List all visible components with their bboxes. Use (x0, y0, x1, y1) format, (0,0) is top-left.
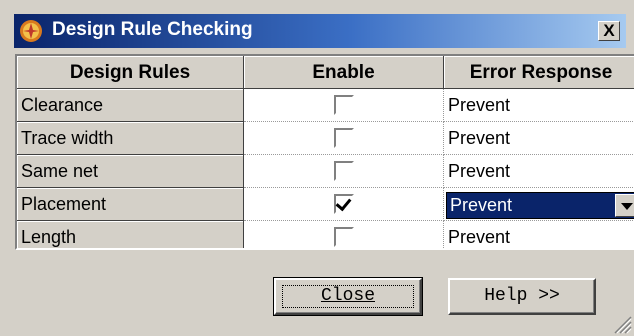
header-error-response: Error Response (444, 56, 634, 89)
help-button-label: Help >> (484, 286, 560, 306)
dropdown-value: Prevent (450, 195, 513, 215)
enable-checkbox-placement[interactable] (334, 194, 354, 214)
window-title: Design Rule Checking (52, 19, 253, 40)
rule-label-same-net: Same net (17, 155, 244, 188)
close-button[interactable]: Close (273, 277, 423, 316)
response-cell-clearance[interactable]: Prevent (444, 89, 634, 122)
help-button[interactable]: Help >> (448, 278, 596, 315)
header-enable: Enable (244, 56, 444, 89)
enable-cell (244, 188, 444, 221)
response-cell-same-net[interactable]: Prevent (444, 155, 634, 188)
rule-label-clearance: Clearance (17, 89, 244, 122)
enable-checkbox-clearance[interactable] (334, 95, 354, 115)
response-cell-trace-width[interactable]: Prevent (444, 122, 634, 155)
focus-rect (282, 285, 414, 308)
fire-wheel-icon (20, 20, 42, 42)
enable-checkbox-length[interactable] (334, 227, 354, 247)
resize-grip-icon[interactable] (610, 312, 632, 334)
rule-label-trace-width: Trace width (17, 122, 244, 155)
enable-checkbox-same-net[interactable] (334, 161, 354, 181)
enable-cell (244, 221, 444, 248)
chevron-down-icon[interactable] (615, 194, 634, 217)
response-cell-length[interactable]: Prevent (444, 221, 634, 248)
error-response-dropdown[interactable]: Prevent (446, 192, 634, 219)
enable-cell (244, 122, 444, 155)
close-icon[interactable]: X (598, 21, 620, 41)
enable-checkbox-trace-width[interactable] (334, 128, 354, 148)
response-cell-placement: Prevent (444, 188, 634, 221)
header-design-rules: Design Rules (17, 56, 244, 89)
title-bar[interactable]: Design Rule Checking X (14, 14, 626, 48)
rule-label-placement: Placement (17, 188, 244, 221)
enable-cell (244, 89, 444, 122)
rules-table: Design Rules Enable Error Response Clear… (15, 54, 634, 250)
rule-label-length: Length (17, 221, 244, 248)
design-rule-dialog: Design Rule Checking X Design Rules Enab… (0, 0, 634, 336)
enable-cell (244, 155, 444, 188)
